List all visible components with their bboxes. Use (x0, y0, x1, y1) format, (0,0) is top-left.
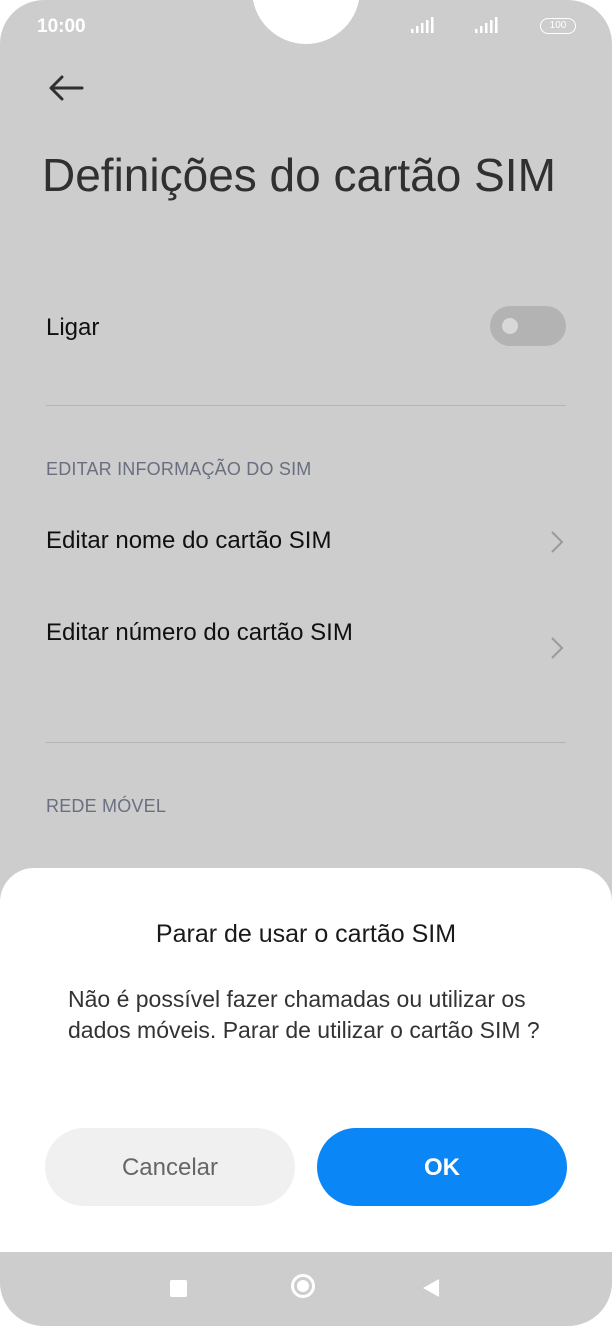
section-header-edit-sim: EDITAR INFORMAÇÃO DO SIM (46, 459, 312, 479)
list-item-edit-sim-number[interactable]: Editar número do cartão SIM (46, 614, 566, 684)
square-icon[interactable] (170, 1280, 187, 1297)
cancel-button[interactable]: Cancelar (45, 1128, 295, 1206)
arrow-left-icon[interactable] (46, 70, 86, 106)
camera-notch (252, 0, 360, 44)
chevron-right-icon (551, 531, 564, 553)
power-toggle-switch[interactable] (490, 306, 566, 346)
circle-icon[interactable] (291, 1274, 315, 1298)
list-item-edit-sim-name[interactable]: Editar nome do cartão SIM (46, 522, 566, 562)
list-item-label: Editar nome do cartão SIM (46, 527, 332, 554)
status-bar: 10:00 100 (0, 0, 612, 54)
toggle-knob (502, 318, 518, 334)
phone-screen: 10:00 100 Definições do cartão SIM Ligar (0, 0, 612, 1326)
triangle-left-icon[interactable] (422, 1278, 440, 1298)
signal-icon (411, 17, 434, 33)
status-time: 10:00 (37, 16, 86, 37)
divider (46, 405, 566, 406)
ok-button[interactable]: OK (317, 1128, 567, 1206)
navigation-bar (0, 1252, 612, 1326)
chevron-right-icon (551, 637, 564, 659)
list-item-label: Editar número do cartão SIM (46, 619, 353, 646)
signal-icon (475, 17, 498, 33)
page-title: Definições do cartão SIM (42, 149, 556, 201)
power-toggle-row[interactable]: Ligar (46, 300, 566, 352)
confirm-dialog: Parar de usar o cartão SIM Não é possíve… (0, 868, 612, 1252)
dialog-title: Parar de usar o cartão SIM (155, 920, 457, 948)
dialog-message: Não é possível fazer chamadas ou utiliza… (68, 986, 540, 1043)
power-toggle-label: Ligar (46, 314, 100, 341)
divider (46, 742, 566, 743)
section-header-mobile-network: REDE MÓVEL (46, 796, 167, 816)
battery-icon: 100 (540, 18, 576, 34)
battery-level: 100 (549, 20, 567, 31)
